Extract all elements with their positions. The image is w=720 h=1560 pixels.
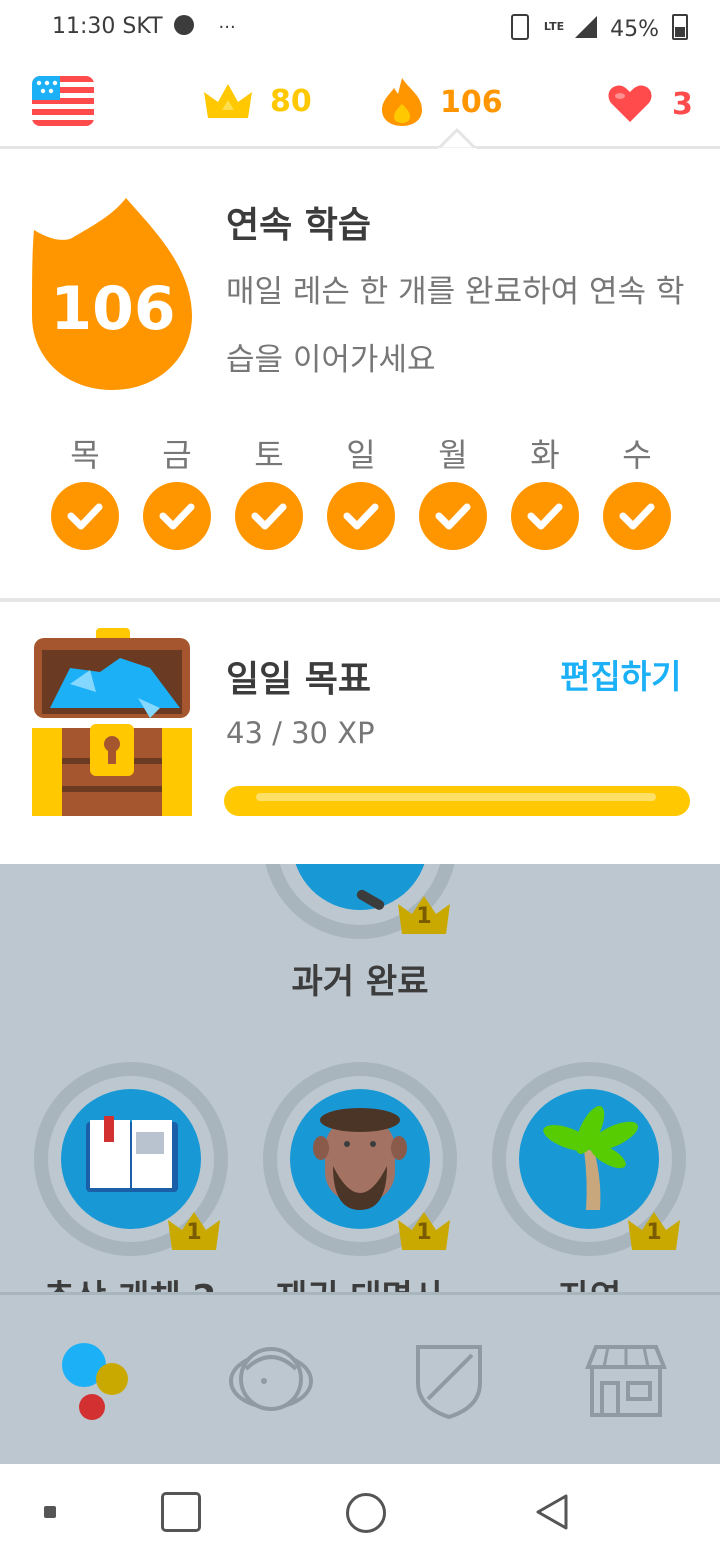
hearts-stat[interactable]: 3 — [606, 84, 693, 124]
status-time: 11:30 SKT ··· — [52, 14, 236, 39]
streak-description: 매일 레슨 한 개를 완료하여 연속 학습을 이어가세요 — [226, 274, 685, 378]
day-check-icon — [327, 482, 395, 550]
status-time-text: 11:30 SKT — [52, 14, 163, 39]
crown-badge-2: 1 — [396, 1210, 452, 1258]
top-bar: 80 106 3 — [0, 56, 720, 148]
day-check-icon — [143, 482, 211, 550]
day-check-icon — [511, 482, 579, 550]
crown-stat[interactable]: 80 — [200, 80, 312, 122]
crown-icon — [204, 84, 252, 118]
shield-icon — [416, 1345, 482, 1420]
day-label: 일 — [346, 436, 376, 474]
day-label: 월 — [438, 436, 468, 474]
leagues-tab[interactable] — [414, 1343, 484, 1423]
recent-apps-dot-icon[interactable] — [44, 1506, 56, 1518]
heart-icon — [608, 85, 652, 122]
top-divider — [0, 146, 720, 149]
crown-badge-3: 1 — [626, 1210, 682, 1258]
day-label: 목 — [70, 436, 100, 474]
day-label: 화 — [530, 436, 560, 474]
us-flag-icon[interactable] — [32, 76, 94, 130]
streak-count: 106 — [440, 84, 503, 120]
skill-label-1[interactable]: 추상 개체 2 — [20, 1270, 240, 1294]
day-check-icon — [235, 482, 303, 550]
dropdown-pointer — [434, 127, 480, 154]
skill-label-top[interactable]: 과거 완료 — [210, 954, 510, 1003]
hearts-count: 3 — [672, 86, 693, 122]
daily-goal-title: 일일 목표 — [226, 659, 372, 700]
shop-icon — [585, 1345, 667, 1417]
crown-level-1: 1 — [186, 1220, 202, 1245]
goal-progress-bar — [224, 786, 690, 816]
day-label: 금 — [162, 436, 192, 474]
streak-flame-badge: 106 — [30, 196, 196, 396]
battery-percent: 45% — [610, 17, 659, 42]
profile-tab[interactable] — [228, 1339, 314, 1423]
crown-level-3: 1 — [646, 1220, 662, 1245]
treasure-chest-icon — [30, 628, 194, 822]
crown-badge-1: 1 — [166, 1210, 222, 1258]
overflow-dots: ··· — [218, 17, 236, 38]
system-nav-bar — [0, 1464, 720, 1560]
edit-goal-button[interactable]: 편집하기 — [560, 650, 681, 698]
skill-label-3[interactable]: 자연 — [480, 1270, 700, 1294]
crown-level-2: 1 — [416, 1220, 432, 1245]
goal-progress-highlight — [256, 793, 656, 801]
day-label: 수 — [622, 436, 652, 474]
status-right: LTE 45% — [510, 14, 688, 44]
lesson-map[interactable]: 1 과거 완료 1 1 1 — [0, 864, 720, 1294]
battery-icon — [672, 14, 688, 40]
pinterest-icon — [173, 15, 194, 35]
learn-icon — [62, 1343, 128, 1420]
shop-tab[interactable] — [584, 1343, 668, 1423]
crown-badge-top: 1 — [396, 894, 452, 942]
vibrate-icon — [510, 14, 529, 40]
learn-tab[interactable] — [56, 1339, 132, 1425]
crown-level-top: 1 — [416, 904, 432, 929]
back-button-icon[interactable] — [532, 1492, 572, 1536]
streak-flame-count: 106 — [50, 274, 176, 344]
skill-label-2[interactable]: 재귀 대명사 — [250, 1270, 470, 1294]
crown-count: 80 — [270, 83, 312, 119]
square-button-icon[interactable] — [161, 1492, 201, 1532]
day-check-icon — [419, 482, 487, 550]
goal-xp-text: 43 / 30 XP — [226, 716, 375, 750]
status-bar: 11:30 SKT ··· LTE 45% — [0, 0, 720, 56]
day-check-icon — [603, 482, 671, 550]
streak-title: 연속 학습 — [226, 205, 372, 246]
streak-stat[interactable]: 106 — [380, 76, 503, 128]
home-button-icon[interactable] — [346, 1493, 386, 1533]
bottom-nav — [0, 1292, 720, 1467]
lte-icon: LTE — [543, 20, 565, 33]
flame-icon — [382, 78, 422, 126]
section-separator — [0, 598, 720, 602]
profile-icon — [229, 1347, 313, 1411]
day-label: 토 — [254, 436, 284, 474]
signal-icon — [575, 16, 598, 44]
day-check-icon — [51, 482, 119, 550]
